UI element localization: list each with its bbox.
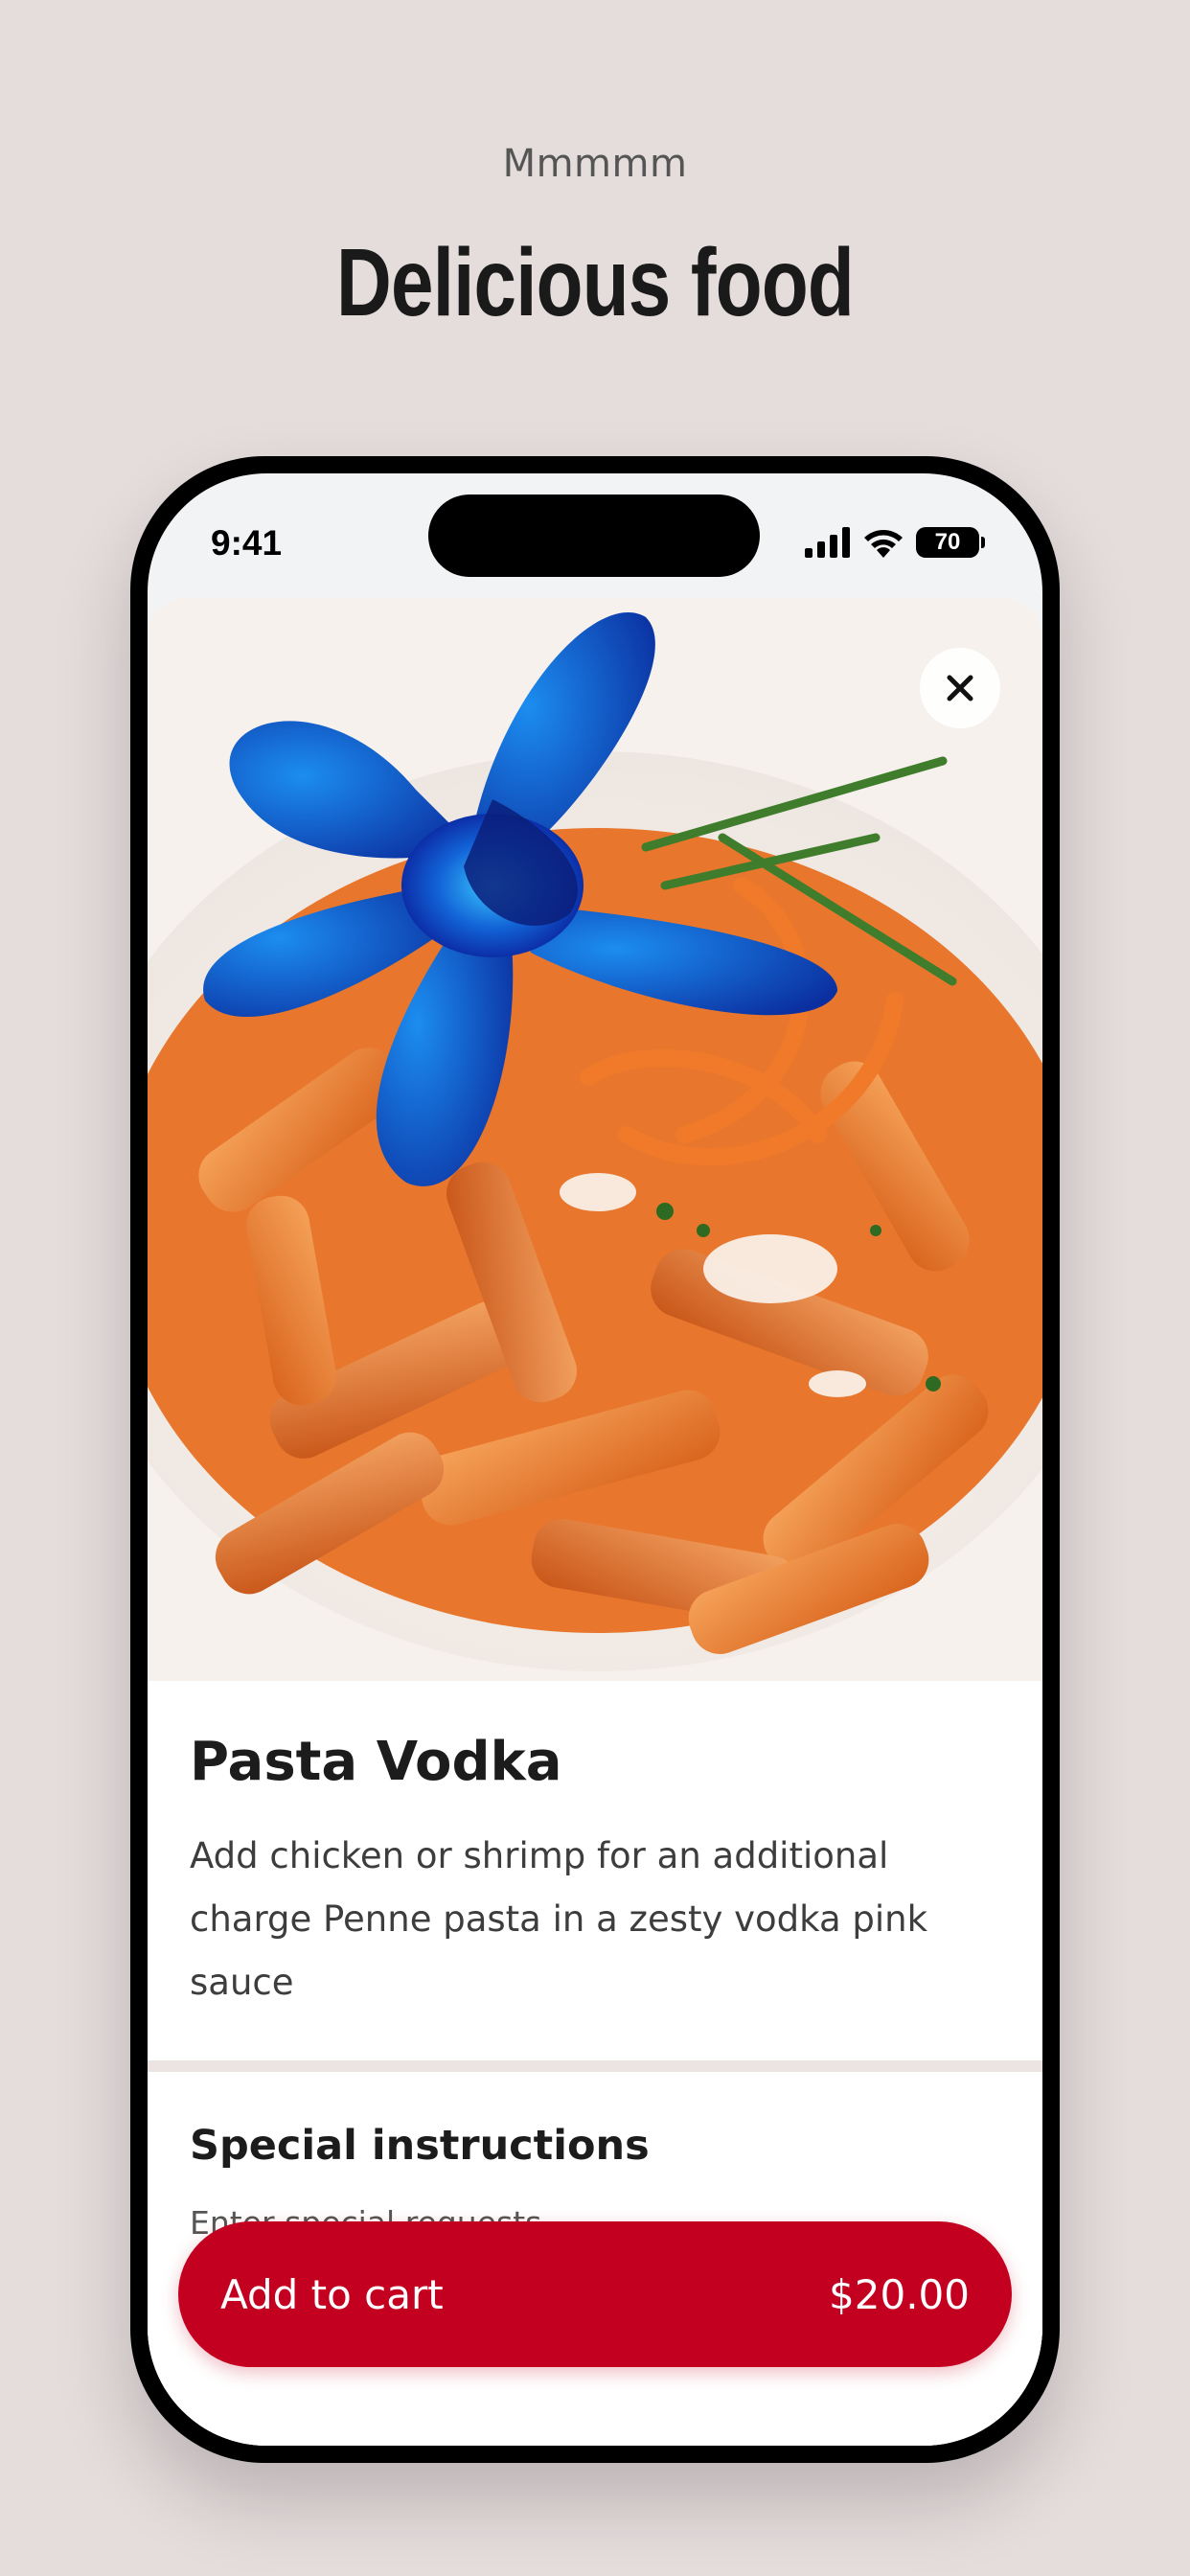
add-to-cart-button[interactable]: Add to cart $20.00 bbox=[178, 2221, 1012, 2367]
item-sheet: Pasta Vodka Add chicken or shrimp for an… bbox=[148, 598, 1042, 2446]
item-description: Add chicken or shrimp for an additional … bbox=[190, 1835, 928, 2003]
pasta-photo bbox=[148, 598, 1042, 1681]
item-title: Pasta Vodka bbox=[190, 1731, 562, 1793]
cellular-signal-icon bbox=[805, 527, 850, 558]
dynamic-island bbox=[428, 494, 760, 577]
status-bar: 9:41 70 bbox=[148, 473, 1042, 598]
wifi-icon bbox=[864, 530, 903, 558]
battery-icon: 70 bbox=[916, 527, 985, 558]
item-info: Pasta Vodka Add chicken or shrimp for an… bbox=[148, 1681, 1042, 2060]
add-to-cart-label: Add to cart bbox=[220, 2270, 444, 2318]
eyebrow-text: Mmmmm bbox=[502, 142, 688, 186]
page: Mmmmm Delicious food 9:41 70 Pasta Vodka… bbox=[0, 0, 1190, 2576]
cart-price: $20.00 bbox=[829, 2270, 970, 2318]
status-icons: 70 bbox=[805, 527, 985, 558]
section-divider bbox=[148, 2060, 1042, 2072]
status-time: 9:41 bbox=[211, 523, 283, 563]
special-instructions-title: Special instructions bbox=[190, 2122, 650, 2170]
phone-frame: 9:41 70 Pasta Vodka Add chicken or shrim… bbox=[130, 456, 1060, 2463]
headline: Delicious food bbox=[336, 229, 855, 336]
phone-screen: 9:41 70 Pasta Vodka Add chicken or shrim… bbox=[148, 473, 1042, 2446]
pasta-illustration bbox=[148, 598, 1042, 1681]
close-icon bbox=[947, 675, 973, 702]
close-button[interactable] bbox=[920, 648, 1000, 728]
